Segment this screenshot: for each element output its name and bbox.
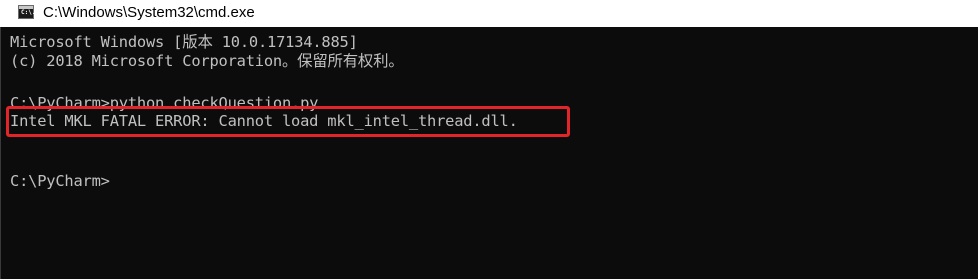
window-title: C:\Windows\System32\cmd.exe	[43, 4, 255, 21]
console-line-prompt: C:\PyCharm>	[10, 172, 110, 190]
cmd-window: C:\. C:\Windows\System32\cmd.exe Microso…	[0, 0, 978, 279]
error-highlight-box	[6, 106, 570, 137]
console-line-version: Microsoft Windows [版本 10.0.17134.885]	[10, 33, 358, 51]
cmd-icon-label: C:\.	[21, 9, 36, 16]
cmd-console-icon[interactable]: C:\.	[18, 5, 36, 19]
title-bar[interactable]: C:\. C:\Windows\System32\cmd.exe	[0, 0, 978, 27]
console-line-copyright: (c) 2018 Microsoft Corporation。保留所有权利。	[10, 52, 404, 70]
console-output[interactable]: Microsoft Windows [版本 10.0.17134.885] (c…	[0, 27, 978, 279]
